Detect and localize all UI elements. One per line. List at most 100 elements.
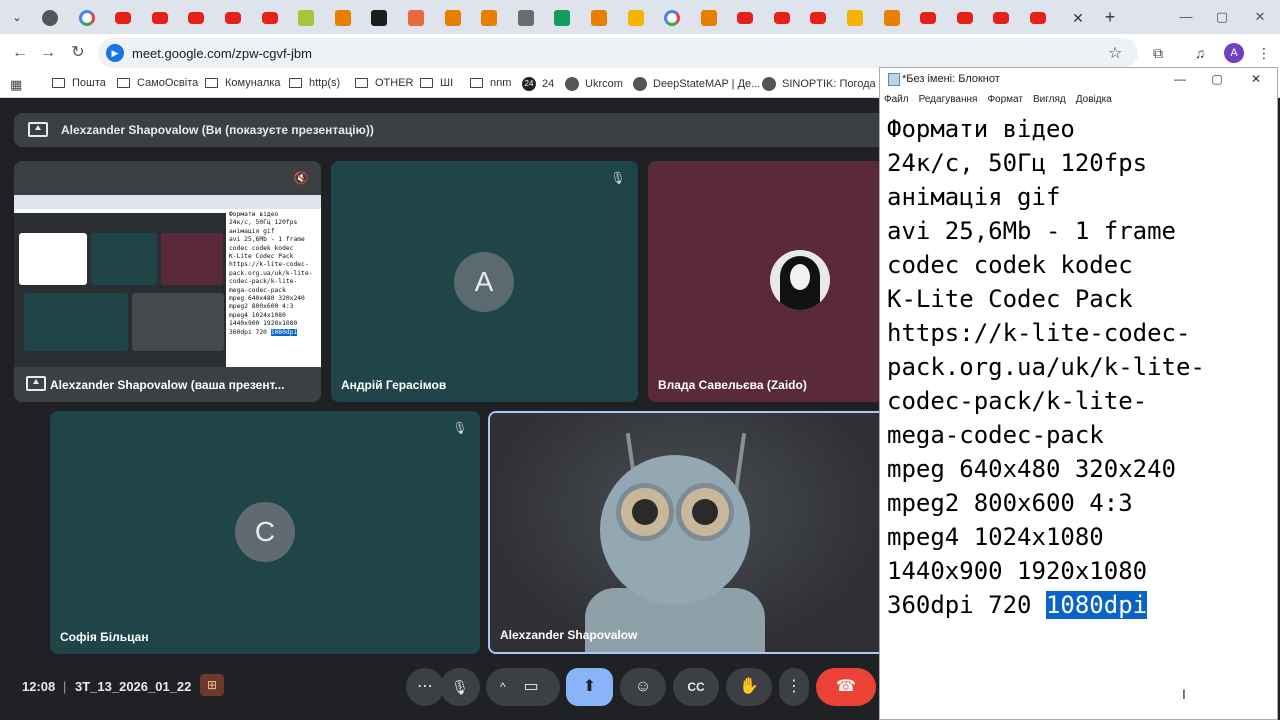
- tab-16[interactable]: [581, 5, 618, 31]
- bookmark-item[interactable]: Пошта: [52, 77, 106, 89]
- avatar: [770, 250, 830, 310]
- profile-avatar[interactable]: A: [1224, 43, 1244, 63]
- bookmark-item[interactable]: http(s): [289, 77, 340, 89]
- tab-21[interactable]: [764, 5, 801, 31]
- tab-1[interactable]: [32, 5, 69, 31]
- tab-search-chevron-icon[interactable]: ⌄: [8, 9, 26, 27]
- tab-6[interactable]: [215, 5, 252, 31]
- tab-13[interactable]: [471, 5, 508, 31]
- tab-12[interactable]: [435, 5, 472, 31]
- notepad-maximize-icon[interactable]: ▢: [1209, 71, 1225, 87]
- tab-25[interactable]: [910, 5, 947, 31]
- bookmark-item[interactable]: DeepStateMAP | Де...: [633, 77, 760, 91]
- youtube-icon: [115, 12, 132, 24]
- more-reactions-button[interactable]: ⋯: [406, 668, 444, 706]
- tab-4[interactable]: [142, 5, 179, 31]
- android-icon: [298, 10, 315, 26]
- captions-icon[interactable]: CC: [673, 668, 719, 706]
- room-icon[interactable]: ⊞: [200, 674, 224, 696]
- tile-andrii[interactable]: 🎙 A Андрій Герасімов: [331, 161, 638, 402]
- menu-edit[interactable]: Редагування: [919, 91, 978, 109]
- present-now-button[interactable]: ⬆: [566, 668, 613, 706]
- url-text[interactable]: meet.google.com/zpw-cgvf-jbm: [132, 46, 312, 61]
- notepad-minimize-icon[interactable]: —: [1172, 71, 1188, 87]
- site-favicon-icon: [633, 77, 647, 91]
- notepad-titlebar[interactable]: *Без імені: Блокнот — ▢ ✕: [880, 68, 1277, 91]
- tab-2[interactable]: [69, 5, 106, 31]
- media-controls-icon[interactable]: ♫: [1190, 43, 1210, 63]
- tile-alex[interactable]: Alexzander Shapovalow: [488, 411, 880, 654]
- notepad-title: *Без імені: Блокнот: [902, 73, 1000, 85]
- menu-kebab-icon[interactable]: ⋮: [1254, 43, 1274, 63]
- menu-help[interactable]: Довідка: [1076, 91, 1112, 109]
- forward-icon[interactable]: →: [38, 43, 58, 63]
- window-restore-icon[interactable]: ▢: [1212, 8, 1232, 26]
- tile-vlada[interactable]: Влада Савельєва (Zaido): [648, 161, 880, 402]
- tab-23[interactable]: [837, 5, 874, 31]
- tab-28[interactable]: [1020, 5, 1057, 31]
- bookmark-item[interactable]: 24 24: [522, 77, 554, 91]
- bookmark-item[interactable]: Комуналка: [205, 77, 281, 89]
- youtube-icon: [224, 12, 241, 24]
- meet-site-icon[interactable]: ▶: [106, 44, 124, 62]
- window-minimize-icon[interactable]: —: [1176, 8, 1196, 26]
- mini-tile-presentation: [19, 233, 87, 285]
- emoji-icon[interactable]: ☺: [620, 668, 666, 706]
- bookmark-item[interactable]: SINOPTIK: Погода у...: [762, 77, 892, 91]
- bookmark-item[interactable]: nnm: [470, 77, 511, 89]
- tab-9[interactable]: [325, 5, 362, 31]
- tile-sofia[interactable]: 🎙 C Софія Більцан: [50, 411, 480, 654]
- tab-close-icon[interactable]: ✕: [1068, 8, 1088, 28]
- avatar: A: [454, 252, 514, 312]
- tab-19[interactable]: [691, 5, 728, 31]
- address-bar[interactable]: ▶ meet.google.com/zpw-cgvf-jbm ☆: [98, 38, 1138, 68]
- bookmark-item[interactable]: Ukrcom: [565, 77, 623, 91]
- bookmark-item[interactable]: OTHER: [355, 77, 414, 89]
- tab-8[interactable]: [288, 5, 325, 31]
- mic-icon[interactable]: 🎙: [440, 668, 480, 706]
- terminal-icon: [371, 10, 388, 26]
- tab-14[interactable]: [508, 5, 545, 31]
- apps-grid-icon[interactable]: ▦: [10, 77, 22, 93]
- tab-11[interactable]: [398, 5, 435, 31]
- menu-file[interactable]: Файл: [884, 91, 909, 109]
- bookmark-item[interactable]: ШІ: [420, 77, 453, 89]
- extensions-icon[interactable]: ⧉: [1148, 43, 1168, 63]
- tab-24[interactable]: [874, 5, 911, 31]
- tab-5[interactable]: [178, 5, 215, 31]
- camera-icon[interactable]: ▭: [524, 678, 539, 695]
- more-options-icon[interactable]: ⋮: [779, 668, 809, 706]
- tab-26[interactable]: [947, 5, 984, 31]
- app-icon: [481, 10, 498, 26]
- end-call-button[interactable]: ☎: [816, 668, 876, 706]
- tab-7[interactable]: [252, 5, 289, 31]
- tab-18[interactable]: [654, 5, 691, 31]
- notepad-text-area[interactable]: Формати відео 24к/с, 50Гц 120fps анімаці…: [887, 112, 1272, 672]
- reload-icon[interactable]: ↻: [68, 43, 88, 63]
- raise-hand-icon[interactable]: ✋: [726, 668, 772, 706]
- notepad-close-icon[interactable]: ✕: [1248, 71, 1264, 87]
- tab-17[interactable]: [618, 5, 655, 31]
- window-close-icon[interactable]: ✕: [1250, 8, 1270, 26]
- site-favicon-icon: [762, 77, 776, 91]
- tab-22[interactable]: [800, 5, 837, 31]
- bookmark-label: nnm: [490, 77, 512, 89]
- folder-icon: [289, 78, 302, 88]
- tab-3[interactable]: [105, 5, 142, 31]
- tab-15[interactable]: [544, 5, 581, 31]
- notepad-selection[interactable]: 1080dpi: [1045, 591, 1148, 619]
- notepad-text[interactable]: Формати відео 24к/с, 50Гц 120fps анімаці…: [887, 115, 1205, 619]
- tab-20[interactable]: [727, 5, 764, 31]
- bookmark-item[interactable]: СамоОсвіта: [117, 77, 198, 89]
- new-tab-button[interactable]: +: [1100, 6, 1120, 28]
- menu-format[interactable]: Формат: [987, 91, 1023, 109]
- tile-presentation[interactable]: 🔇 Формати відео 24к/с, 50Гц 120fps аніма…: [14, 161, 321, 402]
- tab-27[interactable]: [983, 5, 1020, 31]
- mic-off-icon: 🎙: [452, 421, 468, 435]
- bookmark-star-icon[interactable]: ☆: [1108, 43, 1122, 63]
- camera-options-button[interactable]: ^ ▭: [486, 668, 560, 706]
- menu-view[interactable]: Вигляд: [1033, 91, 1066, 109]
- back-icon[interactable]: ←: [10, 43, 30, 63]
- chevron-up-icon[interactable]: ^: [500, 680, 506, 694]
- tab-10[interactable]: [361, 5, 398, 31]
